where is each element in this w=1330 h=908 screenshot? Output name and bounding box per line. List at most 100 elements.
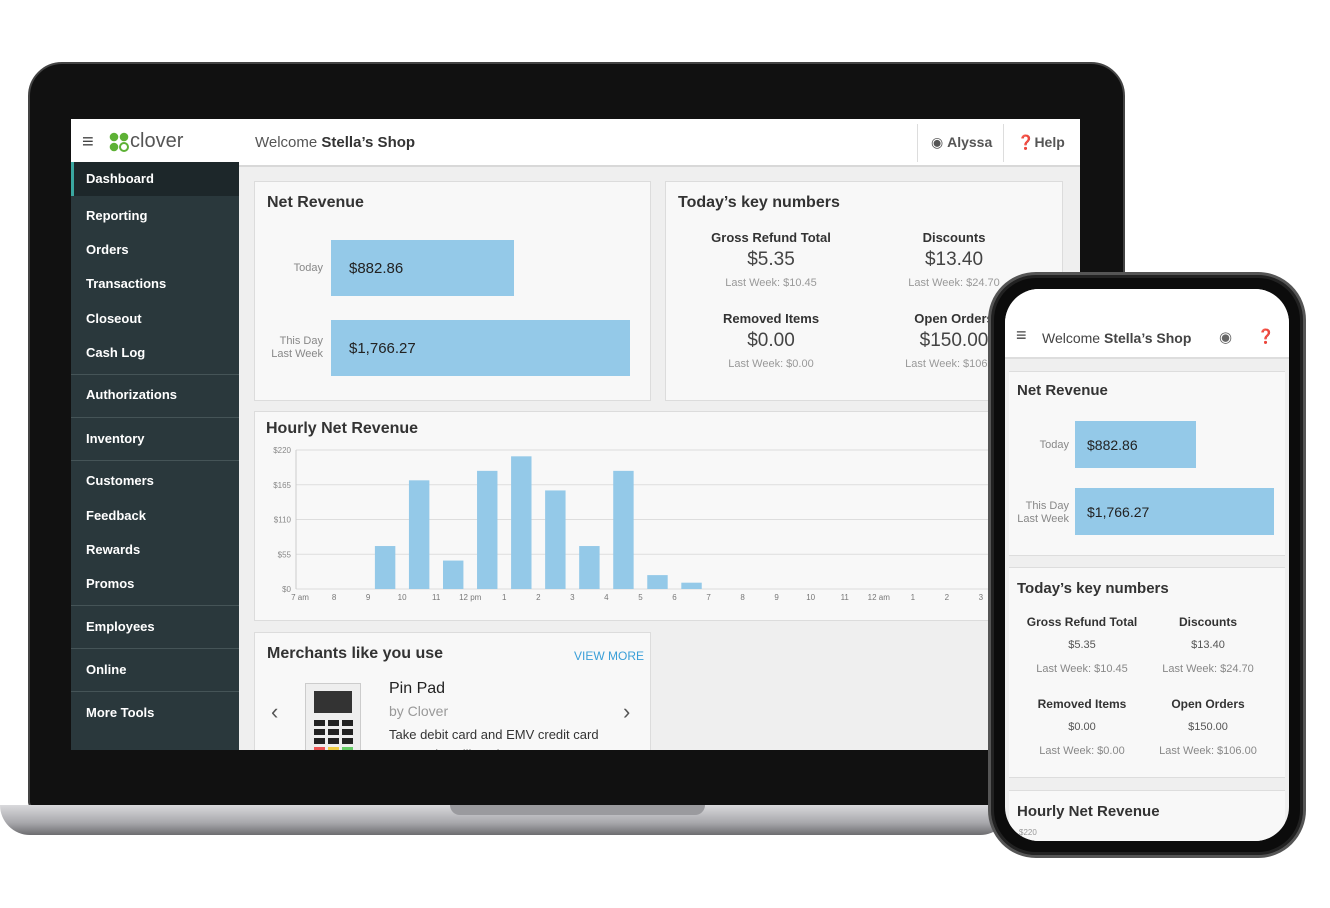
chart-bar xyxy=(613,470,634,589)
lastweek-label-1: This Day xyxy=(279,335,323,347)
sidebar-divider xyxy=(71,460,239,461)
merchants-card: Merchants like you use VIEW MORE ‹ › Pin… xyxy=(254,632,651,750)
kn-value: $13.40 xyxy=(924,249,984,270)
x-tick-label: 9 xyxy=(366,593,371,602)
card-title: Hourly Net Revenue xyxy=(266,420,419,437)
help-icon: ❓ xyxy=(1017,134,1035,150)
phone-key-numbers-card: Today’s key numbers Gross Refund Total $5… xyxy=(1009,567,1285,778)
kn-label: Discounts xyxy=(922,230,986,245)
chart-bar xyxy=(579,546,600,589)
user-icon[interactable]: ◉ xyxy=(1219,328,1232,346)
sidebar-item-customers[interactable]: Customers xyxy=(71,464,239,498)
help-label: Help xyxy=(1034,134,1065,150)
sidebar-item-transactions[interactable]: Transactions xyxy=(71,267,239,301)
x-tick-label: 9 xyxy=(774,593,779,602)
card-title: Today’s key numbers xyxy=(1017,580,1169,597)
kn-label: Open Orders xyxy=(1171,697,1245,711)
x-tick-label: 1 xyxy=(502,593,507,602)
chart-bar xyxy=(477,470,498,589)
sidebar-item-more-tools[interactable]: More Tools xyxy=(71,696,239,730)
welcome-text: Welcome Stella’s Shop xyxy=(255,134,415,151)
x-tick-label: 1 xyxy=(911,593,916,602)
sidebar-divider xyxy=(71,605,239,606)
clover-logo-icon xyxy=(109,132,129,157)
menu-icon[interactable]: ≡ xyxy=(82,131,94,154)
view-more-link[interactable]: VIEW MORE xyxy=(574,649,644,663)
key-number-open-orders: Open Orders $150.00 Last Week: $106.00 xyxy=(1143,697,1273,757)
sidebar-item-orders[interactable]: Orders xyxy=(71,233,239,267)
kn-value: $13.40 xyxy=(1191,639,1225,651)
kn-lastweek: Last Week: $10.45 xyxy=(725,277,817,289)
kn-lastweek: Last Week: $106.00 xyxy=(1159,745,1257,757)
x-tick-label: 6 xyxy=(672,593,677,602)
user-name: Alyssa xyxy=(947,134,993,150)
kn-value: $0.00 xyxy=(1068,721,1096,733)
x-tick-label: 12 pm xyxy=(459,593,482,602)
kn-lastweek: Last Week: $0.00 xyxy=(1039,745,1125,757)
chevron-left-icon[interactable]: ‹ xyxy=(271,699,278,725)
user-button[interactable]: ◉ Alyssa xyxy=(931,134,992,151)
app-name[interactable]: Pin Pad xyxy=(389,680,445,698)
kn-label: Gross Refund Total xyxy=(711,230,831,245)
card-title: Today’s key numbers xyxy=(678,194,840,211)
kn-label: Discounts xyxy=(1178,615,1237,629)
lastweek-label-2: Last Week xyxy=(271,348,323,360)
sidebar-item-feedback[interactable]: Feedback xyxy=(71,499,239,533)
shop-name: Stella’s Shop xyxy=(1103,330,1192,346)
welcome-label: Welcome xyxy=(255,134,318,151)
x-tick-label: 10 xyxy=(398,593,407,602)
sidebar-item-inventory[interactable]: Inventory xyxy=(71,422,239,456)
kn-value: $5.35 xyxy=(1068,639,1096,651)
pin-pad-image xyxy=(305,683,361,750)
sidebar-item-rewards[interactable]: Rewards xyxy=(71,533,239,567)
lastweek-label-1: This Day xyxy=(1025,500,1069,512)
sidebar: Dashboard Reporting Orders Transactions Clos… xyxy=(71,162,239,750)
key-number-removed-items: Removed Items $0.00 Last Week: $0.00 xyxy=(681,311,861,370)
x-tick-label: 2 xyxy=(536,593,541,602)
x-tick-label: 8 xyxy=(740,593,745,602)
chart-bar xyxy=(442,560,464,589)
shop-name: Stella’s Shop xyxy=(321,134,416,151)
laptop-screen: ≡ clover Welcome Stella’s Shop ◉ Alyssa … xyxy=(71,119,1080,750)
key-number-gross-refund: Gross Refund Total $5.35 Last Week: $10.45 xyxy=(1017,615,1147,675)
lastweek-label-2: Last Week xyxy=(1017,513,1069,525)
today-label: Today xyxy=(293,262,323,274)
welcome-label: Welcome xyxy=(1042,330,1101,346)
sidebar-item-cash-log[interactable]: Cash Log xyxy=(71,336,239,370)
kn-lastweek: Last Week: $0.00 xyxy=(728,358,814,370)
sidebar-item-closeout[interactable]: Closeout xyxy=(71,302,239,336)
sidebar-item-employees[interactable]: Employees xyxy=(71,610,239,644)
brand-name: clover xyxy=(130,130,184,152)
lastweek-label: This Day Last Week xyxy=(1009,500,1069,526)
help-icon[interactable]: ❓ xyxy=(1257,328,1274,345)
x-tick-label: 7 am xyxy=(291,593,309,602)
chart-bar xyxy=(408,480,430,589)
sidebar-divider xyxy=(71,374,239,375)
hourly-chart: $0$55$110$165$2207 am 8 9 10 11 12 pm 1 2 3 4 5 6 7 8… xyxy=(273,446,1055,602)
sidebar-item-authorizations[interactable]: Authorizations xyxy=(71,378,239,412)
kn-value: $0.00 xyxy=(747,330,795,351)
phone-net-revenue-card: Net Revenue Today $882.86 This Day Last W… xyxy=(1009,371,1285,556)
x-tick-label: 11 xyxy=(841,593,850,602)
chart-bar xyxy=(545,490,566,589)
kn-label: Gross Refund Total xyxy=(1026,615,1138,629)
chevron-right-icon[interactable]: › xyxy=(623,699,630,725)
sidebar-item-promos[interactable]: Promos xyxy=(71,567,239,601)
chart-bar xyxy=(647,575,668,589)
kn-lastweek: Last Week: $10.45 xyxy=(1036,663,1128,675)
kn-value: $5.35 xyxy=(747,249,795,270)
x-tick-label: 10 xyxy=(806,593,815,602)
lastweek-bar: $1,766.27 xyxy=(1075,488,1274,535)
help-button[interactable]: ❓Help xyxy=(1017,134,1065,151)
x-tick-label: 2 xyxy=(945,593,950,602)
x-tick-label: 3 xyxy=(979,593,984,602)
sidebar-item-dashboard[interactable]: Dashboard xyxy=(71,162,239,196)
today-bar: $882.86 xyxy=(1075,421,1196,468)
top-header: ≡ clover Welcome Stella’s Shop ◉ Alyssa … xyxy=(71,119,1080,167)
y-tick-label: $220 xyxy=(273,446,291,455)
menu-icon[interactable]: ≡ xyxy=(1016,325,1027,346)
welcome-text: Welcome Stella’s Shop xyxy=(1042,330,1191,346)
sidebar-item-reporting[interactable]: Reporting xyxy=(71,199,239,233)
x-tick-label: 3 xyxy=(570,593,575,602)
sidebar-item-online[interactable]: Online xyxy=(71,653,239,687)
